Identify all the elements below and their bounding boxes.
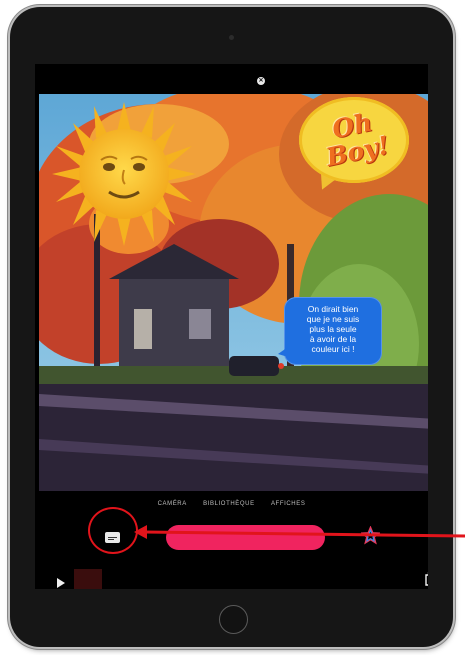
annotation-arrow: [134, 525, 465, 539]
oh-boy-sticker[interactable]: Oh Boy!: [299, 97, 409, 194]
home-button[interactable]: [219, 605, 248, 634]
annotation-highlight-circle: [88, 507, 138, 554]
tab-library[interactable]: BIBLIOTHÈQUE: [203, 501, 255, 507]
play-icon[interactable]: [57, 578, 65, 588]
share-icon[interactable]: [424, 569, 428, 586]
close-icon[interactable]: ✕: [257, 77, 265, 85]
ipad-frame: ✕ Oh Boy! On dirait bien que je ne suis …: [10, 7, 453, 647]
sun-sticker[interactable]: [52, 102, 196, 246]
app-screen: ✕ Oh Boy! On dirait bien que je ne suis …: [35, 64, 428, 589]
speech-bubble-text: On dirait bien que je ne suis plus la se…: [306, 304, 360, 354]
front-camera: [229, 35, 234, 40]
speech-bubble-sticker[interactable]: On dirait bien que je ne suis plus la se…: [278, 297, 382, 365]
tab-camera[interactable]: CAMÉRA: [158, 501, 187, 507]
mode-tabs: CAMÉRA BIBLIOTHÈQUE AFFICHES: [35, 501, 428, 507]
clip-thumbnail[interactable]: [74, 569, 102, 589]
tab-posters[interactable]: AFFICHES: [271, 501, 305, 507]
